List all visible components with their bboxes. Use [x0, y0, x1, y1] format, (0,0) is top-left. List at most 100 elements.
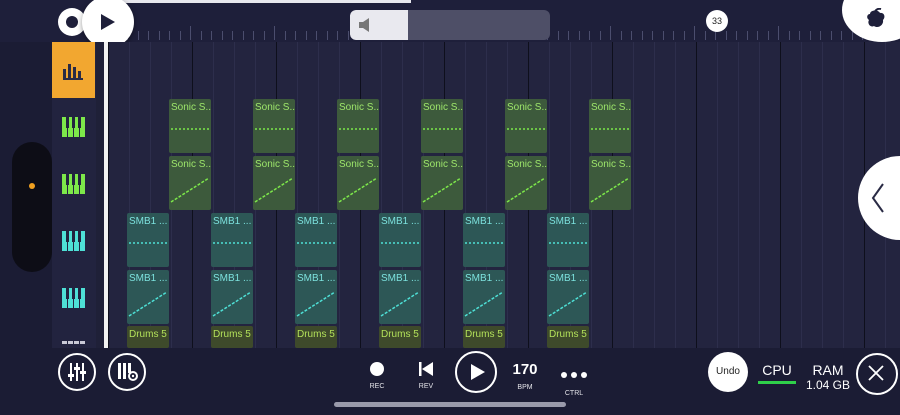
drum-pads-icon — [62, 341, 85, 344]
grid-line — [801, 42, 802, 348]
playlist-clip[interactable]: SMB1 ... — [211, 270, 253, 324]
playlist-clip[interactable]: SMB1 ... — [463, 213, 505, 267]
note-ramp-preview — [170, 177, 210, 203]
grid-line — [822, 42, 823, 348]
track-header-smb-2[interactable] — [52, 270, 95, 326]
ruler-tick — [652, 31, 653, 40]
playlist-clip[interactable]: Sonic S... — [169, 99, 211, 153]
ruler-tick — [683, 31, 685, 40]
ruler-tick — [641, 31, 643, 40]
close-button[interactable] — [856, 353, 898, 395]
playlist-clip[interactable]: Sonic S... — [589, 156, 631, 210]
ruler-tick — [736, 31, 737, 40]
track-header-drums[interactable] — [52, 327, 95, 348]
cpu-label: CPU — [762, 362, 792, 378]
track-header-smb-1[interactable] — [52, 213, 95, 269]
bpm-value: 170 — [512, 361, 538, 378]
grid-line — [738, 42, 739, 348]
grid-line — [717, 42, 718, 348]
note-ramp-preview — [548, 291, 588, 317]
clip-label: Sonic S... — [591, 102, 631, 113]
grid-line — [633, 42, 634, 348]
ruler-tick — [169, 31, 170, 40]
clip-label: Sonic S... — [339, 159, 379, 170]
tempo-button[interactable]: 170 BPM — [508, 361, 542, 391]
close-icon — [868, 365, 884, 381]
play-icon — [101, 14, 115, 30]
playlist-clip[interactable]: Drums 5 — [463, 326, 505, 348]
bpm-label: BPM — [517, 384, 533, 391]
ruler-tick — [673, 31, 674, 40]
playlist-clip[interactable]: SMB1 ... — [295, 213, 337, 267]
ruler-tick — [326, 31, 328, 40]
mixer-sliders-icon — [68, 363, 86, 381]
ruler-tick — [158, 31, 160, 40]
ruler-tick — [200, 31, 202, 40]
note-line-preview — [423, 128, 461, 130]
note-ramp-preview — [464, 291, 504, 317]
playlist-clip[interactable]: Drums 5 — [379, 326, 421, 348]
song-position-bar[interactable] — [95, 0, 411, 3]
playlist-clip[interactable]: Sonic S... — [253, 156, 295, 210]
playlist-clip[interactable]: SMB1 ... — [127, 270, 169, 324]
clip-label: SMB1 ... — [465, 216, 504, 227]
track-header-sonic-1[interactable] — [52, 99, 95, 155]
ruler-tick — [179, 31, 181, 40]
ruler-tick — [232, 31, 233, 40]
note-ramp-preview — [296, 291, 336, 317]
playlist-clip[interactable]: Drums 5 — [547, 326, 589, 348]
ruler-tick — [190, 26, 191, 40]
record-button[interactable]: REC — [364, 362, 390, 390]
playlist-clip[interactable]: SMB1 ... — [379, 270, 421, 324]
rewind-button[interactable]: REV — [413, 362, 439, 390]
playlist-clip[interactable]: Sonic S... — [253, 99, 295, 153]
note-line-preview — [255, 128, 293, 130]
playlist-clip[interactable]: SMB1 ... — [463, 270, 505, 324]
ruler-tick — [662, 31, 664, 40]
playlist-clip[interactable]: Sonic S... — [505, 156, 547, 210]
playlist-clip[interactable]: Drums 5 — [295, 326, 337, 348]
playlist-clip[interactable]: SMB1 ... — [295, 270, 337, 324]
piano-settings-icon — [118, 363, 138, 381]
undo-button[interactable]: Undo — [708, 352, 748, 392]
master-volume-slider[interactable] — [350, 10, 550, 40]
playlist-clip[interactable]: Sonic S... — [169, 156, 211, 210]
track-header-playlist[interactable] — [52, 42, 95, 98]
ruler-tick — [620, 31, 622, 40]
clip-label: Sonic S... — [507, 159, 547, 170]
clip-label: Drums 5 — [129, 329, 167, 340]
track-header-sonic-2[interactable] — [52, 156, 95, 212]
playlist-grid[interactable]: Sonic S... Sonic S... Sonic S... Sonic S...… — [108, 42, 900, 348]
tempo-marker[interactable]: 33 — [706, 10, 728, 32]
playlist-clip[interactable]: SMB1 ... — [379, 213, 421, 267]
playlist-clip[interactable]: SMB1 ... — [127, 213, 169, 267]
playlist-clip[interactable]: Sonic S... — [337, 99, 379, 153]
playlist-clip[interactable]: Sonic S... — [421, 99, 463, 153]
playlist-clip[interactable]: Sonic S... — [589, 99, 631, 153]
clip-label: Drums 5 — [213, 329, 251, 340]
side-panel-handle[interactable] — [12, 142, 52, 272]
ruler-tick — [137, 31, 139, 40]
playlist-clip[interactable]: Drums 5 — [211, 326, 253, 348]
clip-label: SMB1 ... — [381, 216, 420, 227]
playlist-clip[interactable]: Sonic S... — [421, 156, 463, 210]
playhead[interactable] — [104, 42, 108, 348]
mixer-button[interactable] — [58, 353, 96, 391]
controls-button[interactable]: CTRL — [559, 365, 589, 397]
ruler-tick — [263, 31, 265, 40]
playlist-clip[interactable]: SMB1 ... — [547, 270, 589, 324]
playlist-clip[interactable]: Drums 5 — [127, 326, 169, 348]
clip-label: Sonic S... — [507, 102, 547, 113]
playlist-clip[interactable]: SMB1 ... — [547, 213, 589, 267]
ruler-tick — [851, 31, 853, 40]
play-button[interactable] — [455, 351, 497, 393]
playlist-clip[interactable]: Sonic S... — [337, 156, 379, 210]
ram-value: 1.04 GB — [805, 378, 851, 392]
ruler-tick — [778, 26, 779, 40]
playlist-clip[interactable]: Sonic S... — [505, 99, 547, 153]
ruler-tick — [347, 31, 349, 40]
clip-label: Sonic S... — [423, 102, 463, 113]
ruler-tick — [242, 31, 244, 40]
channel-rack-settings-button[interactable] — [108, 353, 146, 391]
playlist-clip[interactable]: SMB1 ... — [211, 213, 253, 267]
